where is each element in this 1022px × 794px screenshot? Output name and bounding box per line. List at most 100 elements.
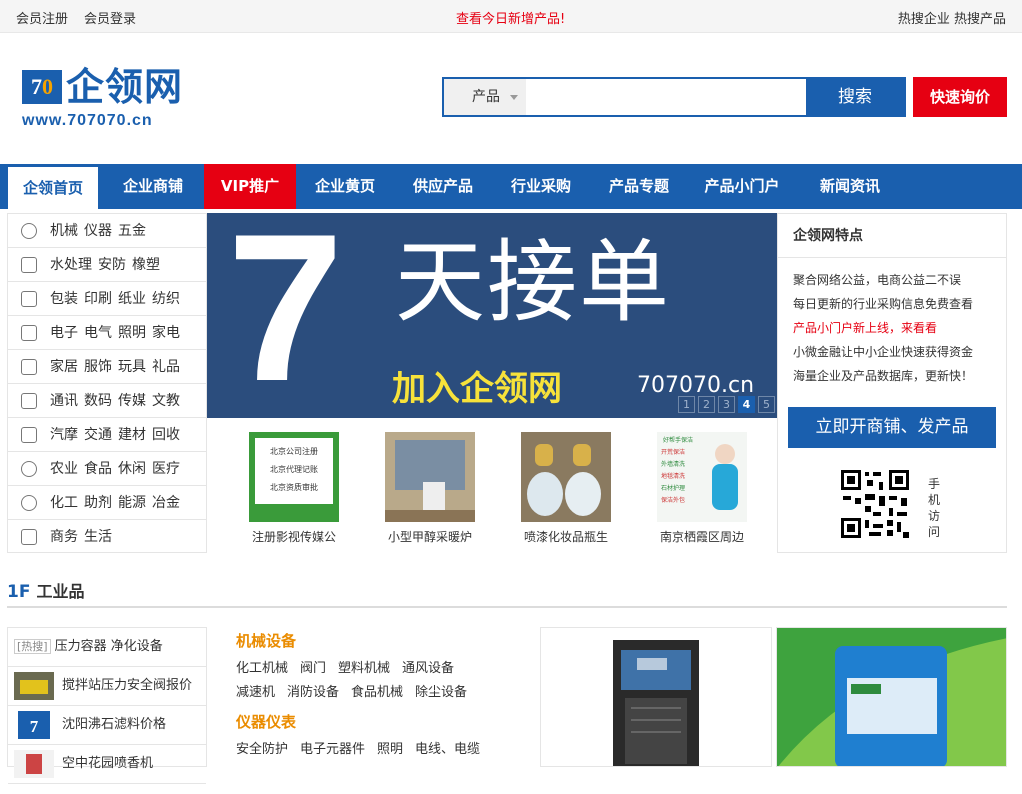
member-links: 会员注册 会员登录 bbox=[16, 8, 152, 27]
list-item[interactable]: 空中花园喷香机 bbox=[8, 745, 206, 784]
item-thumbnail bbox=[14, 672, 54, 700]
mobile-access-label: 手机访问 bbox=[928, 477, 941, 539]
product-image bbox=[521, 432, 611, 522]
category-menu: 机械 仪器 五金 水处理 安防 橡塑 包装 印刷 纸业 纺织 电子 电气 照明 家电 家居 服饰 玩具礼… bbox=[7, 213, 207, 553]
nav-supply[interactable]: 供应产品 bbox=[398, 164, 488, 209]
category-row[interactable]: 商务 生活 bbox=[8, 520, 206, 554]
floor-number: 1F bbox=[7, 582, 31, 602]
hero-banner[interactable]: 7 天接单 加入企领网 707070.cn 12345 bbox=[207, 213, 777, 418]
product-image bbox=[541, 628, 771, 766]
svg-text:开荒保洁: 开荒保洁 bbox=[661, 448, 685, 456]
logo-mark: 70 bbox=[22, 70, 62, 104]
item-thumbnail bbox=[14, 750, 54, 778]
slide-dot[interactable]: 2 bbox=[698, 396, 715, 413]
banner-join: 加入企领网 bbox=[392, 369, 562, 409]
feature-item[interactable]: 聚合网络公益，电商公益二不误 bbox=[793, 268, 1006, 292]
feature-item[interactable]: 小微金融让中小企业快速获得资金 bbox=[793, 340, 1006, 364]
chemistry-icon bbox=[21, 495, 37, 511]
svg-text:北京公司注册: 北京公司注册 bbox=[270, 446, 318, 456]
feature-item[interactable]: 海量企业及产品数据库，更新快！ bbox=[793, 364, 1006, 388]
nav-shops[interactable]: 企业商铺 bbox=[106, 164, 200, 209]
hot-tag: [热搜] bbox=[14, 639, 51, 654]
monitor-icon bbox=[21, 529, 37, 545]
product-card[interactable] bbox=[776, 627, 1007, 767]
category-row[interactable]: 农业 食品 休闲 医疗 bbox=[8, 452, 206, 486]
nav-purchase[interactable]: 行业采购 bbox=[496, 164, 586, 209]
features-panel: 企领网特点 聚合网络公益，电商公益二不误 每日更新的行业采购信息免费查看 产品小… bbox=[777, 213, 1007, 553]
product-image bbox=[385, 432, 475, 522]
category-row[interactable]: 水处理 安防 橡塑 bbox=[8, 248, 206, 282]
list-item[interactable]: 7 沈阳沸石滤料价格 bbox=[8, 706, 206, 745]
product-card[interactable] bbox=[540, 627, 772, 767]
search-button[interactable]: 搜索 bbox=[806, 79, 904, 115]
open-shop-button[interactable]: 立即开商铺、发产品 bbox=[788, 407, 996, 448]
feature-item[interactable]: 产品小门户新上线，来看看 bbox=[793, 316, 1006, 340]
featured-product[interactable]: 好帮手保洁 开荒保洁 外墙清洗 地毯清洗 石材护理 保洁外包 南京栖霞区周边 bbox=[642, 432, 762, 545]
slide-indicators: 12345 bbox=[675, 396, 775, 413]
logo-url: www.707070.cn bbox=[22, 112, 153, 129]
hot-product-link[interactable]: 热搜产品 bbox=[954, 12, 1006, 27]
product-caption: 注册影视传媒公 bbox=[251, 530, 336, 544]
hot-keywords[interactable]: 压力容器 净化设备 bbox=[55, 639, 163, 654]
item-thumbnail: 7 bbox=[14, 711, 54, 739]
register-link[interactable]: 会员注册 bbox=[16, 12, 68, 27]
category-row[interactable]: 通讯 数码 传媒 文教 bbox=[8, 384, 206, 418]
product-image bbox=[777, 628, 1006, 766]
banner-site: 707070.cn bbox=[637, 373, 755, 398]
list-item[interactable]: 搅拌站压力安全阀报价 bbox=[8, 667, 206, 706]
slide-dot[interactable]: 1 bbox=[678, 396, 695, 413]
product-caption: 小型甲醇采暖炉 bbox=[387, 530, 472, 544]
category-row[interactable]: 化工 助剂 能源 冶金 bbox=[8, 486, 206, 520]
category-row[interactable]: 汽摩 交通 建材 回收 bbox=[8, 418, 206, 452]
category-row[interactable]: 包装 印刷 纸业 纺织 bbox=[8, 282, 206, 316]
today-new-link[interactable]: 查看今日新增产品! bbox=[456, 8, 565, 27]
chevron-down-icon bbox=[510, 95, 518, 100]
slide-dot[interactable]: 5 bbox=[758, 396, 775, 413]
svg-text:石材护理: 石材护理 bbox=[661, 484, 685, 492]
nav-news[interactable]: 新闻资讯 bbox=[800, 164, 900, 209]
bar-chart-icon bbox=[21, 427, 37, 443]
qr-code-icon bbox=[839, 468, 911, 540]
search-category-select[interactable]: 产品 bbox=[444, 79, 526, 115]
featured-product[interactable]: 北京公司注册 北京代理记账 北京资质审批 注册影视传媒公 bbox=[234, 432, 354, 545]
quick-inquiry-button[interactable]: 快速询价 bbox=[913, 77, 1007, 117]
svg-text:保洁外包: 保洁外包 bbox=[661, 496, 685, 504]
nav-yellow-pages[interactable]: 企业黄页 bbox=[300, 164, 390, 209]
industry-title[interactable]: 仪器仪表 bbox=[236, 711, 536, 732]
floor-header: 1F 工业品 bbox=[7, 578, 1007, 608]
features-list: 聚合网络公益，电商公益二不误 每日更新的行业采购信息免费查看 产品小门户新上线，… bbox=[778, 258, 1006, 388]
hot-company-link[interactable]: 热搜企业 bbox=[898, 12, 950, 27]
nav-topics[interactable]: 产品专题 bbox=[594, 164, 684, 209]
banner-number: 7 bbox=[227, 213, 344, 418]
nav-vip[interactable]: VIP推广 bbox=[204, 164, 296, 209]
login-link[interactable]: 会员登录 bbox=[84, 12, 136, 27]
search-input[interactable] bbox=[526, 79, 806, 115]
category-row[interactable]: 机械 仪器 五金 bbox=[8, 214, 206, 248]
feature-item[interactable]: 每日更新的行业采购信息免费查看 bbox=[793, 292, 1006, 316]
product-caption: 南京栖霞区周边 bbox=[659, 530, 744, 544]
category-row[interactable]: 家居 服饰 玩具 礼品 bbox=[8, 350, 206, 384]
banner-headline: 天接单 bbox=[395, 230, 671, 335]
hot-links: 热搜企业 热搜产品 bbox=[898, 8, 1006, 27]
logo-name: 企领网 bbox=[66, 65, 184, 109]
slide-dot-active[interactable]: 4 bbox=[738, 396, 755, 413]
main-nav: 企领首页 企业商铺 VIP推广 企业黄页 供应产品 行业采购 产品专题 产品小门… bbox=[0, 164, 1022, 209]
hot-list: [热搜] 压力容器 净化设备 搅拌站压力安全阀报价 7 沈阳沸石滤料价格 空中花园… bbox=[7, 627, 207, 784]
product-caption: 喷漆化妆品瓶生 bbox=[523, 530, 608, 544]
featured-product[interactable]: 小型甲醇采暖炉 bbox=[370, 432, 490, 545]
search-box: 产品 搜索 bbox=[442, 77, 906, 117]
featured-product[interactable]: 喷漆化妆品瓶生 bbox=[506, 432, 626, 545]
site-logo[interactable]: 70 企领网 www.707070.cn bbox=[22, 66, 192, 132]
industry-link-row: 减速机 消防设备 食品机械 除尘设备 bbox=[236, 685, 468, 700]
svg-text:好帮手保洁: 好帮手保洁 bbox=[663, 436, 693, 444]
product-image: 好帮手保洁 开荒保洁 外墙清洗 地毯清洗 石材护理 保洁外包 bbox=[657, 432, 747, 522]
nav-mini-portal[interactable]: 产品小门户 bbox=[692, 164, 792, 209]
nav-home[interactable]: 企领首页 bbox=[8, 167, 98, 209]
features-title: 企领网特点 bbox=[778, 214, 1006, 258]
svg-text:外墙清洗: 外墙清洗 bbox=[661, 460, 685, 468]
industry-title[interactable]: 机械设备 bbox=[236, 630, 536, 651]
svg-text:北京代理记账: 北京代理记账 bbox=[270, 464, 318, 474]
svg-text:7: 7 bbox=[30, 717, 39, 736]
slide-dot[interactable]: 3 bbox=[718, 396, 735, 413]
category-row[interactable]: 电子 电气 照明 家电 bbox=[8, 316, 206, 350]
